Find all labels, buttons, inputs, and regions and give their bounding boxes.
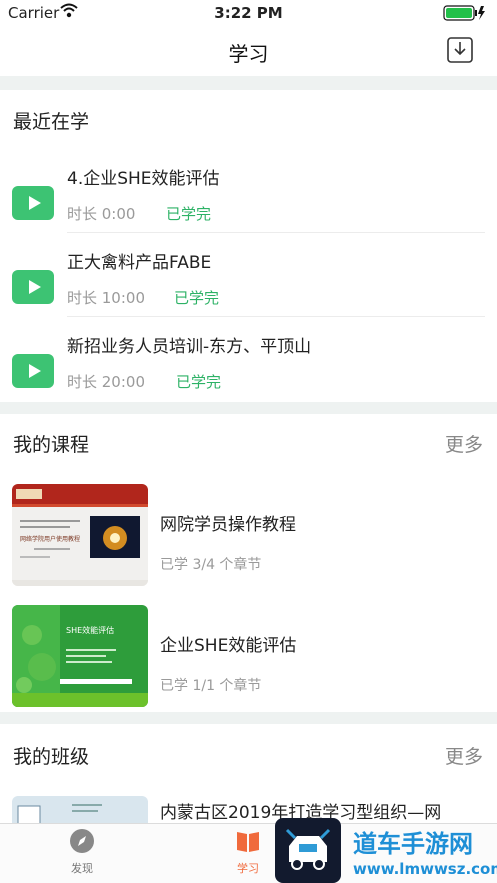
status-time: 3:22 PM — [214, 4, 283, 22]
watermark-text: 道车手游网 — [353, 830, 473, 858]
course-title: 网院学员操作教程 — [160, 515, 296, 535]
course-thumbnail-text: 网络学院用户使用教程 — [20, 535, 80, 543]
page-title: 学习 — [228, 42, 269, 66]
play-icon[interactable] — [12, 270, 54, 304]
download-icon[interactable] — [447, 37, 473, 63]
recent-item-duration: 时长 10:00 — [67, 289, 145, 307]
watermark: 道车手游网 www.lmwwsz.com — [275, 818, 497, 883]
watermark-url: www.lmwwsz.com — [353, 860, 497, 878]
play-icon[interactable] — [12, 354, 54, 388]
section-gap — [0, 76, 497, 90]
recent-section-title: 最近在学 — [13, 111, 90, 133]
recent-item-title: 4.企业SHE效能评估 — [67, 169, 220, 189]
courses-more-link[interactable]: 更多 — [445, 430, 483, 457]
course-progress: 已学 3/4 个章节 — [160, 557, 262, 573]
course-item[interactable]: 网络学院用户使用教程 网院学员操作教程 已学 3/4 个章节 — [0, 484, 497, 588]
divider — [67, 316, 485, 317]
classes-more-link[interactable]: 更多 — [445, 742, 483, 769]
course-thumbnail-text: SHE效能评估 — [66, 625, 114, 635]
recent-item-title: 正大禽料产品FABE — [67, 253, 212, 273]
course-thumbnail: 网络学院用户使用教程 — [12, 484, 148, 586]
tab-discover[interactable]: 发现 — [62, 828, 102, 876]
tab-label: 学习 — [237, 862, 259, 875]
recent-item-duration: 时长 0:00 — [67, 205, 136, 223]
recent-item-title: 新招业务人员培训-东方、平顶山 — [67, 337, 312, 357]
course-title: 企业SHE效能评估 — [160, 636, 297, 656]
compass-icon — [70, 829, 94, 853]
tab-learn[interactable]: 学习 — [228, 828, 268, 876]
recent-item-duration: 时长 20:00 — [67, 373, 145, 391]
section-gap — [0, 712, 497, 724]
battery-icon — [443, 5, 485, 21]
status-bar: Carrier 3:22 PM — [0, 0, 497, 26]
divider — [67, 232, 485, 233]
classes-section-title: 我的班级 — [13, 746, 90, 768]
book-icon — [237, 832, 259, 852]
play-icon[interactable] — [12, 186, 54, 220]
nav-bar: 学习 — [0, 26, 497, 76]
recent-item-status: 已学完 — [166, 205, 212, 223]
course-thumbnail: SHE效能评估 — [12, 605, 148, 707]
courses-section-title: 我的课程 — [13, 434, 90, 456]
recent-item-status: 已学完 — [174, 289, 220, 307]
course-item[interactable]: SHE效能评估 企业SHE效能评估 已学 1/1 个章节 — [0, 605, 497, 709]
section-gap — [0, 402, 497, 414]
tab-label: 发现 — [71, 862, 93, 875]
recent-item-status: 已学完 — [176, 373, 222, 391]
course-progress: 已学 1/1 个章节 — [160, 678, 262, 694]
recent-item[interactable]: 新招业务人员培训-东方、平顶山 时长 20:00 已学完 — [0, 328, 497, 412]
